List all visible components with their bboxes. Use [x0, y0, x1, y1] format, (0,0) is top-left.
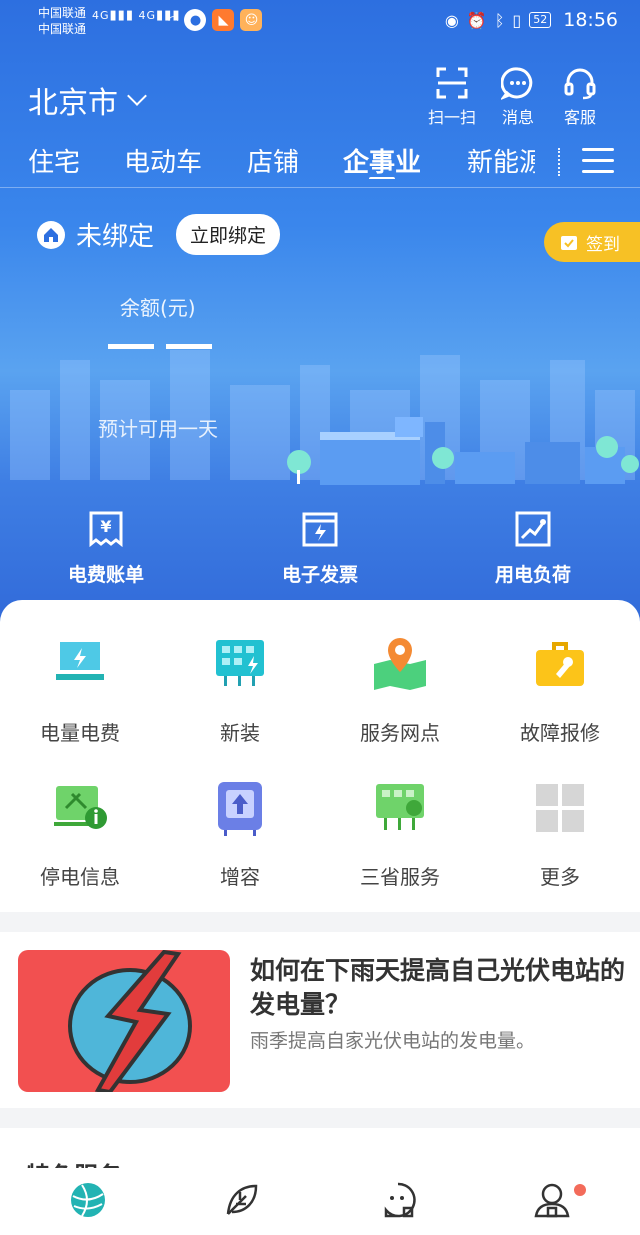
tab-new-energy[interactable]: 新能源	[467, 142, 535, 179]
carrier-2: 中国联通	[38, 22, 87, 36]
system-status: ◉ ⏰ ᛒ ▯ 52 18:56	[445, 9, 618, 31]
service-label: 更多	[540, 865, 580, 889]
article-thumbnail	[18, 950, 230, 1092]
bind-now-button[interactable]: 立即绑定	[176, 214, 281, 255]
clock: 18:56	[563, 9, 618, 31]
service-more[interactable]: 更多	[480, 778, 640, 890]
nav-service[interactable]	[318, 1180, 478, 1220]
nav-green-energy[interactable]	[162, 1180, 322, 1220]
bluetooth-icon: ᛒ	[494, 10, 505, 30]
load-label: 用电负荷	[494, 564, 571, 586]
home-globe-icon	[71, 1183, 105, 1217]
service-label: 电量电费	[40, 721, 120, 745]
scan-button[interactable]: 扫一扫	[420, 66, 484, 128]
tab-residential[interactable]: 住宅	[28, 142, 80, 179]
three-province-icon	[376, 784, 424, 830]
bill-icon: ¥	[89, 511, 123, 548]
invoice-label: 电子发票	[281, 564, 358, 586]
home-icon	[37, 220, 65, 249]
service-label: 故障报修	[520, 721, 600, 745]
service-grid-card: 电量电费 新装 服务网点 故障报修 停电信息 增容 三省服务 更多	[0, 600, 640, 912]
wifi-icon: ◠	[168, 13, 179, 27]
bill-button[interactable]: ¥ 电费账单	[26, 510, 186, 587]
carrier-labels: 中国联通 中国联通	[38, 5, 86, 37]
load-button[interactable]: 用电负荷	[453, 510, 613, 587]
signin-button[interactable]: 签到	[544, 222, 640, 262]
status-bar: 中国联通 中国联通 4G▮▮▮ 4G▮▮▮ ◠ ● ◣ ☺ ◉ ⏰ ᛒ ▯ 52…	[0, 0, 640, 44]
profile-icon	[534, 1183, 570, 1218]
bottom-navigation	[0, 1168, 640, 1235]
bill-label: 电费账单	[67, 564, 144, 586]
service-repair[interactable]: 故障报修	[480, 634, 640, 746]
tab-electric-vehicle[interactable]: 电动车	[124, 142, 202, 179]
leaf-icon	[226, 1184, 258, 1215]
signal-1-label: 4G	[92, 9, 110, 22]
alarm-icon: ⏰	[466, 10, 487, 30]
outage-info-icon	[54, 786, 107, 829]
nav-home[interactable]	[8, 1180, 168, 1220]
balance-value-placeholder	[108, 344, 212, 349]
article-title: 如何在下雨天提高自己光伏电站的发电量？	[250, 956, 626, 1019]
lightning-logo-icon	[68, 950, 192, 1092]
service-three-province[interactable]: 三省服务	[320, 778, 480, 890]
service-label: 新装	[220, 721, 260, 745]
category-tabs: 住宅 电动车 店铺 企事业 新能源	[0, 138, 640, 188]
battery-level: 52	[529, 12, 552, 28]
binding-status: 未绑定	[76, 222, 155, 252]
headset-icon	[564, 68, 596, 100]
account-binding-row: 未绑定 立即绑定	[36, 214, 281, 255]
message-icon	[501, 67, 533, 100]
game-notification-icon: ☺	[240, 9, 263, 31]
article-card[interactable]: 如何在下雨天提高自己光伏电站的发电量？ 雨季提高自家光伏电站的发电量。	[0, 932, 640, 1108]
tab-enterprise[interactable]: 企事业	[343, 142, 421, 179]
city-selector[interactable]: 北京市	[28, 78, 147, 122]
service-outage-info[interactable]: 停电信息	[0, 778, 160, 890]
service-new-install[interactable]: 新装	[160, 634, 320, 746]
service-outlets[interactable]: 服务网点	[320, 634, 480, 746]
load-chart-icon	[515, 511, 551, 547]
service-label: 三省服务	[360, 865, 440, 889]
customer-service-button[interactable]: 客服	[548, 66, 612, 128]
more-grid-icon	[536, 784, 584, 832]
signal-2-label: 4G	[138, 9, 157, 22]
scan-icon	[436, 67, 468, 99]
power-fee-icon	[56, 642, 104, 680]
carrier-1: 中国联通	[38, 6, 87, 20]
tab-divider	[558, 148, 560, 176]
service-label: 增容	[220, 865, 260, 889]
estimated-usage: 预计可用一天	[98, 417, 218, 441]
service-capacity[interactable]: 增容	[160, 778, 320, 890]
service-power-fee[interactable]: 电量电费	[0, 634, 160, 746]
tab-shop[interactable]: 店铺	[247, 142, 299, 179]
scan-label: 扫一扫	[427, 108, 476, 127]
eye-icon: ◉	[444, 10, 459, 30]
customer-service-label: 客服	[563, 108, 596, 127]
message-label: 消息	[501, 108, 534, 127]
balance-label: 余额(元)	[120, 296, 196, 320]
menu-icon[interactable]	[582, 148, 614, 181]
app-notification-icon: ◣	[212, 9, 235, 31]
city-label: 北京市	[28, 86, 118, 121]
signin-label: 签到	[586, 234, 620, 255]
service-map-icon	[374, 638, 426, 690]
chevron-down-icon	[127, 86, 147, 106]
article-subtitle: 雨季提高自家光伏电站的发电量。	[250, 1030, 536, 1052]
factory-illustration	[287, 417, 639, 485]
message-button[interactable]: 消息	[486, 66, 550, 128]
service-label: 服务网点	[360, 721, 440, 745]
service-label: 停电信息	[40, 865, 120, 889]
notification-dot	[574, 1184, 586, 1196]
calendar-check-icon	[561, 236, 577, 250]
new-install-icon	[216, 640, 264, 686]
invoice-icon	[302, 512, 338, 547]
chat-bubble-icon: ●	[184, 9, 207, 31]
notification-icons: ◠ ● ◣ ☺	[168, 9, 263, 31]
capacity-increase-icon	[218, 782, 262, 836]
invoice-button[interactable]: 电子发票	[240, 510, 400, 587]
vibrate-icon: ▯	[512, 10, 522, 30]
nav-profile[interactable]	[472, 1180, 632, 1220]
repair-toolbox-icon	[536, 642, 584, 686]
svg-text:¥: ¥	[100, 517, 111, 536]
service-chat-icon	[384, 1182, 416, 1218]
